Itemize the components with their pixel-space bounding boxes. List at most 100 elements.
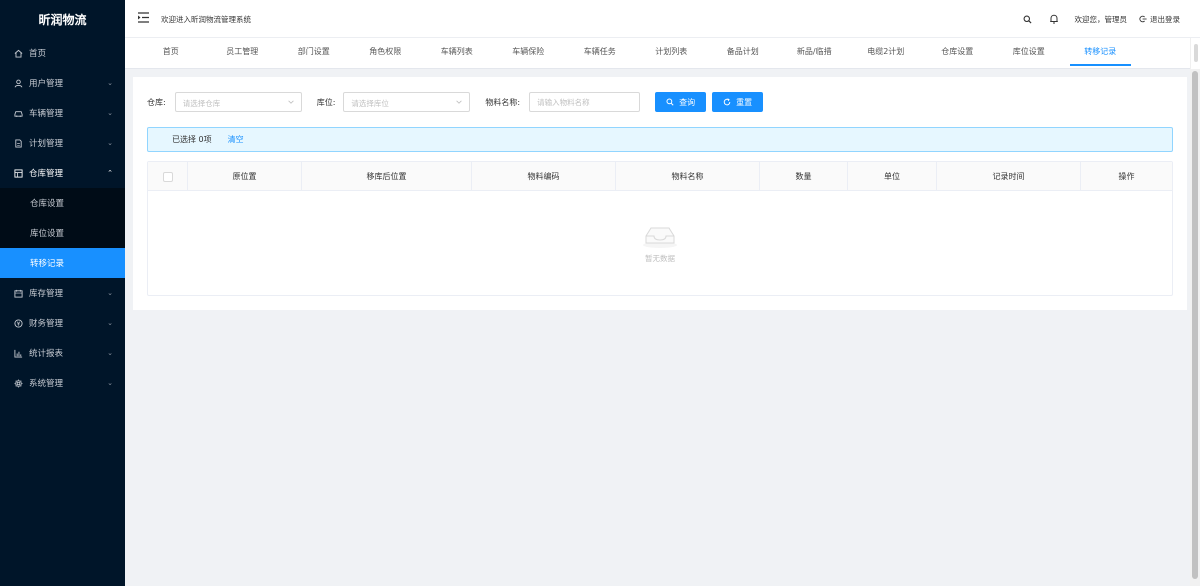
car-icon [14, 109, 23, 118]
tab-location-settings[interactable]: 库位设置 [993, 38, 1065, 69]
table-header: 原位置 移库后位置 物料编码 物料名称 数量 单位 记录时间 操作 [148, 162, 1172, 191]
sidebar-item-reports[interactable]: 统计报表 ⌄ [0, 338, 125, 368]
tab-vehicle-tasks[interactable]: 车辆任务 [564, 38, 636, 69]
menu-toggle-icon[interactable] [137, 11, 150, 24]
reset-button[interactable]: 重置 [712, 92, 764, 112]
sidebar-subitem-label: 转移记录 [30, 259, 65, 269]
sidebar-subitem-warehouse-settings[interactable]: 仓库设置 [0, 188, 125, 218]
chevron-down-icon: ⌄ [107, 319, 113, 327]
user-greeting[interactable]: 欢迎您，管理员 [1075, 14, 1128, 25]
sidebar-item-finance[interactable]: 财务管理 ⌄ [0, 308, 125, 338]
column-header[interactable]: 数量 [760, 162, 848, 191]
main-content: 仓库: 请选择仓库 库位: 请选择库位 物料名称: 查询 重置 已选择 0项 清… [133, 77, 1187, 310]
logout-icon [1139, 15, 1147, 23]
settings-icon [14, 378, 23, 388]
chevron-down-icon: ⌄ [107, 289, 113, 297]
empty-text: 暂无数据 [645, 253, 675, 263]
query-button[interactable]: 查询 [655, 92, 707, 112]
tab-transfer-records[interactable]: 转移记录 [1065, 38, 1137, 69]
chevron-down-icon: ⌄ [107, 379, 113, 387]
tab-home[interactable]: 首页 [135, 38, 207, 69]
document-icon [14, 138, 23, 148]
warehouse-placeholder: 请选择仓库 [182, 99, 221, 108]
tab-plan-list[interactable]: 计划列表 [636, 38, 708, 69]
sidebar-item-warehouse[interactable]: 仓库管理 ⌃ [0, 158, 125, 188]
warehouse-submenu: 仓库设置 库位设置 转移记录 [0, 188, 125, 278]
column-header[interactable]: 移库后位置 [302, 162, 472, 191]
column-header[interactable]: 记录时间 [937, 162, 1081, 191]
refresh-icon [723, 98, 731, 106]
bell-icon[interactable] [1049, 14, 1059, 24]
sidebar-item-vehicles[interactable]: 车辆管理 ⌄ [0, 98, 125, 128]
empty-inbox-icon [643, 227, 677, 248]
tab-vehicle-list[interactable]: 车辆列表 [421, 38, 493, 69]
chevron-down-icon: ⌄ [107, 349, 113, 357]
page-scrollbar[interactable] [1190, 69, 1200, 586]
transfer-records-table: 原位置 移库后位置 物料编码 物料名称 数量 单位 记录时间 操作 暂无数据 [147, 161, 1173, 296]
tab-employees[interactable]: 员工管理 [207, 38, 279, 69]
warehouse-icon [14, 168, 23, 178]
chevron-down-icon [456, 100, 463, 104]
sidebar-subitem-label: 库位设置 [30, 229, 65, 239]
top-header: 欢迎进入昕润物流管理系统 欢迎您，管理员 退出登录 [125, 0, 1200, 38]
chevron-down-icon: ⌄ [107, 109, 113, 117]
calendar-icon [14, 289, 23, 298]
header-actions: 欢迎您，管理员 退出登录 [1007, 0, 1180, 38]
sidebar-item-label: 统计报表 [29, 349, 64, 359]
column-header: 操作 [1118, 172, 1135, 181]
bar-chart-icon [14, 349, 23, 358]
column-header[interactable]: 原位置 [188, 162, 302, 191]
sidebar-subitem-label: 仓库设置 [30, 199, 65, 209]
tab-warehouse-settings[interactable]: 仓库设置 [922, 38, 994, 69]
user-icon [14, 79, 23, 88]
app-logo: 昕润物流 [38, 12, 87, 27]
sidebar-subitem-transfer-records[interactable]: 转移记录 [0, 248, 125, 278]
chevron-down-icon: ⌄ [107, 139, 113, 147]
location-placeholder: 请选择库位 [351, 99, 389, 108]
sidebar-item-plans[interactable]: 计划管理 ⌄ [0, 128, 125, 158]
tab-new-items[interactable]: 新品/临措 [779, 38, 851, 69]
material-name-input[interactable] [529, 92, 641, 112]
column-header[interactable]: 单位 [848, 162, 937, 191]
sidebar-subitem-location-settings[interactable]: 库位设置 [0, 218, 125, 248]
sidebar-item-label: 财务管理 [29, 319, 64, 329]
clear-selection-link[interactable]: 清空 [228, 134, 244, 145]
select-all-cell [148, 162, 188, 191]
warehouse-select[interactable]: 请选择仓库 [174, 92, 302, 112]
sidebar-item-label: 计划管理 [29, 139, 64, 149]
reset-button-label: 重置 [736, 97, 753, 107]
tab-cable-plan[interactable]: 电缆2计划 [850, 38, 922, 69]
chevron-down-icon: ⌄ [107, 79, 113, 87]
sidebar-item-users[interactable]: 用户管理 ⌄ [0, 68, 125, 98]
sidebar-item-inventory[interactable]: 库存管理 ⌄ [0, 278, 125, 308]
tabs-scrollbar[interactable] [1190, 38, 1200, 69]
sidebar: 昕润物流 首页 用户管理 ⌄ 车辆管理 ⌄ 计划管理 ⌄ 仓库管理 ⌃ 仓库设置… [0, 0, 125, 586]
logout-label: 退出登录 [1150, 14, 1180, 24]
sidebar-item-label: 库存管理 [29, 289, 64, 299]
select-all-checkbox[interactable] [162, 171, 173, 182]
sidebar-item-label: 系统管理 [29, 379, 64, 389]
money-icon [14, 318, 23, 328]
search-icon [666, 98, 674, 106]
column-header[interactable]: 物料编码 [472, 162, 616, 191]
search-icon[interactable] [1023, 14, 1033, 24]
tab-roles[interactable]: 角色权限 [350, 38, 422, 69]
sidebar-item-label: 首页 [29, 49, 47, 59]
tab-spare-plan[interactable]: 备品计划 [707, 38, 779, 69]
sidebar-item-label: 车辆管理 [29, 109, 64, 119]
column-header[interactable]: 物料名称 [616, 162, 760, 191]
home-icon [14, 49, 23, 58]
selection-alert: 已选择 0项 清空 [147, 127, 1173, 152]
chevron-up-icon: ⌃ [107, 169, 113, 177]
sidebar-item-system[interactable]: 系统管理 ⌄ [0, 368, 125, 398]
tab-bar: 首页 员工管理 部门设置 角色权限 车辆列表 车辆保险 车辆任务 计划列表 备品… [125, 38, 1190, 69]
location-select[interactable]: 请选择库位 [343, 92, 471, 112]
tab-departments[interactable]: 部门设置 [278, 38, 350, 69]
sidebar-item-label: 用户管理 [29, 79, 64, 89]
tab-vehicle-insurance[interactable]: 车辆保险 [493, 38, 565, 69]
sidebar-item-home[interactable]: 首页 [0, 38, 125, 68]
logout-button[interactable]: 退出登录 [1139, 14, 1180, 25]
search-form: 仓库: 请选择仓库 库位: 请选择库位 物料名称: 查询 重置 [147, 92, 764, 112]
chevron-down-icon [288, 100, 294, 104]
welcome-text: 欢迎进入昕润物流管理系统 [161, 15, 251, 24]
